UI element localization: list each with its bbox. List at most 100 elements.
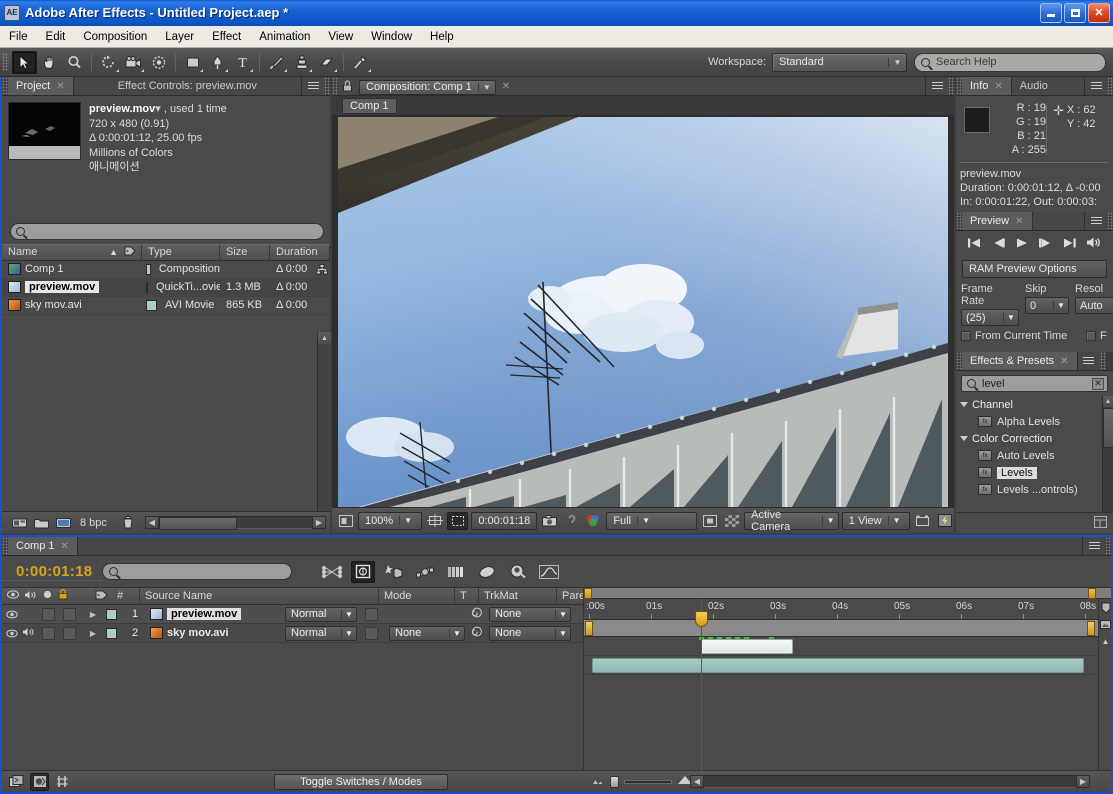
previous-frame-icon[interactable] xyxy=(991,237,1006,252)
channel-icon[interactable] xyxy=(584,512,603,530)
composition-panel-grip-right[interactable] xyxy=(948,77,954,95)
scroll-right-arrow[interactable]: ▶ xyxy=(312,516,326,529)
scroll-track[interactable] xyxy=(158,516,312,530)
video-toggle-icon[interactable] xyxy=(6,608,18,621)
duration-end-handle[interactable] xyxy=(1087,621,1095,636)
scroll-thumb[interactable] xyxy=(1103,408,1113,448)
work-area-end-handle[interactable] xyxy=(1088,588,1096,599)
layer-bar-sky-mov-avi[interactable] xyxy=(592,658,1084,673)
comp-marker-icon[interactable] xyxy=(1099,599,1112,616)
effects-panel-menu-button[interactable] xyxy=(1077,352,1100,370)
pan-behind-tool[interactable] xyxy=(146,51,171,74)
scroll-up-arrow[interactable]: ▲ xyxy=(1099,633,1112,650)
preview-panel-grip-right[interactable] xyxy=(1107,212,1113,230)
list-item[interactable]: fx Levels ...ontrols) xyxy=(956,481,1113,498)
hide-shy-layers-icon[interactable] xyxy=(382,561,406,583)
timeline-panel-menu-button[interactable] xyxy=(1083,537,1105,555)
menu-edit[interactable]: Edit xyxy=(37,28,75,46)
tab-comp-1[interactable]: Comp 1 ✕ xyxy=(8,537,78,555)
comp-thumbnail-icon[interactable] xyxy=(1099,616,1112,633)
region-of-interest-icon[interactable] xyxy=(447,511,469,530)
menu-effect[interactable]: Effect xyxy=(203,28,250,46)
composition-selector[interactable]: Composition: Comp 1 ▼ xyxy=(359,79,496,95)
live-update-icon[interactable] xyxy=(320,561,344,583)
tab-preview[interactable]: Preview ✕ xyxy=(962,212,1033,230)
zoom-tool[interactable] xyxy=(62,51,87,74)
track-row[interactable] xyxy=(584,656,1111,675)
timeline-duration-band[interactable] xyxy=(584,619,1111,637)
table-row[interactable]: sky mov.avi AVI Movie 865 KB Δ 0:00 xyxy=(2,297,330,315)
track-row[interactable] xyxy=(584,637,1111,656)
label-swatch[interactable] xyxy=(106,627,117,639)
next-frame-icon[interactable] xyxy=(1038,237,1053,252)
layer-mode-dropdown[interactable]: Normal ▼ xyxy=(285,606,357,622)
toggle-switches-modes-button[interactable]: Toggle Switches / Modes xyxy=(274,773,448,790)
work-area-start-handle[interactable] xyxy=(584,588,592,599)
solo-toggle[interactable] xyxy=(42,626,55,640)
solo-toggle[interactable] xyxy=(42,607,55,621)
list-item[interactable]: fx Auto Levels xyxy=(956,447,1113,464)
close-icon[interactable]: ✕ xyxy=(1060,356,1068,367)
audio-toggle-icon[interactable] xyxy=(22,627,35,640)
pen-tool[interactable] xyxy=(205,51,230,74)
timeline-search-input[interactable] xyxy=(102,563,293,580)
draft-3d-icon[interactable] xyxy=(351,560,376,583)
column-name[interactable]: Name ▲ xyxy=(2,244,142,260)
new-composition-icon[interactable] xyxy=(52,514,74,532)
project-panel-menu-button[interactable] xyxy=(302,77,324,95)
column-type[interactable]: Type xyxy=(142,244,220,260)
scroll-up-arrow[interactable]: ▲ xyxy=(318,332,331,344)
parent-pickwhip-icon[interactable] xyxy=(471,607,483,621)
skip-dropdown[interactable]: 0 ▼ xyxy=(1025,297,1069,314)
camera-tool[interactable] xyxy=(121,51,146,74)
resolution-dropdown[interactable]: Full ▼ xyxy=(606,511,698,530)
composition-panel-grip[interactable] xyxy=(332,77,338,95)
tab-effects-presets[interactable]: Effects & Presets ✕ xyxy=(962,352,1078,370)
project-panel-grip[interactable] xyxy=(2,77,8,95)
label-swatch[interactable] xyxy=(106,608,117,620)
layer-trkmat[interactable] xyxy=(385,605,467,623)
timeline-current-time[interactable]: 0:00:01:18 xyxy=(2,563,103,581)
camera-dropdown[interactable]: Active Camera ▼ xyxy=(744,509,839,533)
menu-composition[interactable]: Composition xyxy=(74,28,156,46)
views-dropdown[interactable]: 1 View ▼ xyxy=(841,511,911,530)
close-icon[interactable]: ✕ xyxy=(994,81,1002,92)
composition-panel-menu-button[interactable] xyxy=(926,77,948,95)
zoom-out-icon[interactable] xyxy=(592,776,605,788)
maximize-button[interactable] xyxy=(1064,2,1086,23)
frame-blending-icon[interactable] xyxy=(413,561,437,583)
scroll-thumb[interactable] xyxy=(158,517,237,530)
show-snapshot-icon[interactable] xyxy=(562,512,581,530)
close-icon[interactable]: ✕ xyxy=(502,81,510,92)
transparency-grid-icon[interactable] xyxy=(722,512,741,530)
project-search-input[interactable] xyxy=(10,222,324,240)
toolbar-grip[interactable] xyxy=(2,53,9,71)
layer-mode-dropdown[interactable]: Normal ▼ xyxy=(285,625,357,641)
timeline-ruler[interactable]: :00s 01s 02s 03s 04s 05s 06s 07s 08s xyxy=(584,599,1111,627)
preserve-transparency-toggle[interactable] xyxy=(365,607,378,621)
effects-panel-grip-right[interactable] xyxy=(1099,352,1106,370)
column-duration[interactable]: Duration xyxy=(270,244,330,260)
menu-window[interactable]: Window xyxy=(362,28,421,46)
lock-icon[interactable] xyxy=(338,77,357,95)
info-panel-grip[interactable] xyxy=(956,77,962,95)
close-icon[interactable]: ✕ xyxy=(61,541,69,552)
duration-start-handle[interactable] xyxy=(585,621,593,636)
expand-arrow-icon[interactable]: ▶ xyxy=(90,610,96,619)
table-row[interactable]: Comp 1 Composition Δ 0:00 xyxy=(2,261,330,279)
clone-stamp-tool[interactable] xyxy=(289,51,314,74)
timeline-panel-grip[interactable] xyxy=(2,537,8,555)
tab-project[interactable]: Project ✕ xyxy=(8,77,74,95)
timeline-zoom-slider[interactable] xyxy=(592,775,693,788)
eraser-tool[interactable] xyxy=(314,51,339,74)
effects-category-color-correction[interactable]: Color Correction xyxy=(956,430,1113,447)
full-screen-checkbox[interactable]: F xyxy=(1081,326,1113,342)
brush-tool[interactable] xyxy=(264,51,289,74)
lock-toggle[interactable] xyxy=(63,607,76,621)
graph-editor-icon[interactable] xyxy=(537,561,561,583)
breadcrumb-comp-1[interactable]: Comp 1 xyxy=(342,97,397,114)
hand-tool[interactable] xyxy=(37,51,62,74)
solo-icon[interactable] xyxy=(43,590,52,602)
layer-parent-dropdown[interactable]: None ▼ xyxy=(489,606,571,622)
column-size[interactable]: Size xyxy=(220,244,270,260)
